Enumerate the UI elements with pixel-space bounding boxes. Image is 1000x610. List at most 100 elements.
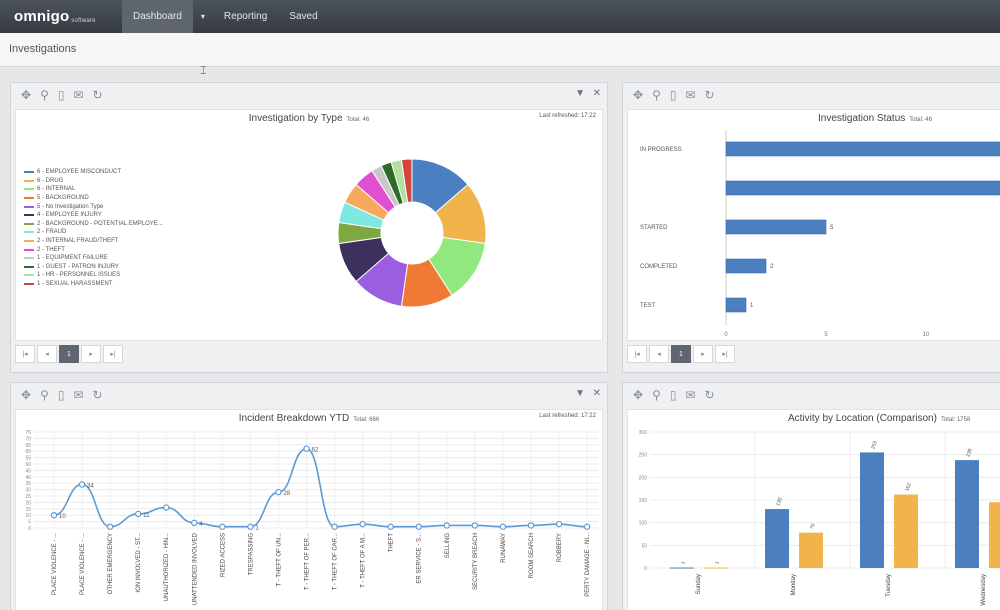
data-point xyxy=(555,520,563,528)
x-category-label: Wednesday xyxy=(981,574,987,606)
last-page-button[interactable]: ▸| xyxy=(103,345,123,363)
close-icon[interactable]: ✕ xyxy=(593,388,601,399)
refresh-icon[interactable]: ↻ xyxy=(705,389,715,401)
legend-swatch xyxy=(24,274,34,277)
x-category-label: PERTY DAMAGE - NI... xyxy=(585,533,591,597)
legend-label: 1 - HR - PERSONNEL ISSUES xyxy=(37,272,121,279)
last-page-button[interactable]: ▸| xyxy=(715,345,735,363)
bar-value-label: 1 xyxy=(750,303,754,309)
prev-page-button[interactable]: ◂ xyxy=(37,345,57,363)
legend-swatch xyxy=(24,205,34,208)
y-tick-label: 0 xyxy=(644,566,647,572)
legend-swatch xyxy=(24,222,34,225)
refresh-icon[interactable]: ↻ xyxy=(93,89,103,101)
y-tick-label: 30 xyxy=(25,488,31,494)
legend-item[interactable]: 2 - BACKGROUND - POTENTIAL EMPLOYE... xyxy=(24,220,163,229)
legend-item[interactable]: 6 - DRUG xyxy=(24,177,163,186)
move-icon[interactable]: ✥ xyxy=(21,89,31,101)
point-label: 62 xyxy=(312,448,319,454)
move-icon[interactable]: ✥ xyxy=(633,89,643,101)
legend-swatch xyxy=(24,214,34,217)
legend-swatch xyxy=(24,257,34,260)
omnigo-logo[interactable]: omnigo software xyxy=(0,0,122,33)
nav-dashboard-dropdown-caret[interactable]: ▾ xyxy=(193,0,213,33)
status-bar xyxy=(725,180,1000,196)
y-tick-label: 300 xyxy=(639,430,648,436)
legend-item[interactable]: 1 - HR - PERSONNEL ISSUES xyxy=(24,271,163,280)
status-bar xyxy=(725,258,767,274)
legend-item[interactable]: 1 - EQUIPMENT FAILURE xyxy=(24,254,163,263)
refresh-icon[interactable]: ↻ xyxy=(705,89,715,101)
legend-swatch xyxy=(24,188,34,191)
chart-title-text: Investigation by Type xyxy=(248,113,343,124)
x-category-label: T - THEFT OF CAR... xyxy=(333,533,339,591)
x-tick-label: 5 xyxy=(824,332,828,338)
activity-bar xyxy=(955,460,979,568)
legend-label: 5 - BACKGROUND xyxy=(37,195,89,202)
collapse-icon[interactable]: ▼ xyxy=(575,88,585,99)
email-icon[interactable]: ✉ xyxy=(685,389,695,401)
category-label: COMPLETED xyxy=(640,264,678,270)
y-tick-label: 250 xyxy=(639,453,648,459)
email-icon[interactable]: ✉ xyxy=(73,389,83,401)
next-page-button[interactable]: ▸ xyxy=(81,345,101,363)
pdf-icon[interactable]: ▯ xyxy=(58,89,65,101)
legend-item[interactable]: 6 - EMPLOYEE MISCONDUCT xyxy=(24,168,163,177)
nav-dashboard[interactable]: Dashboard xyxy=(122,0,193,33)
legend-label: 1 - GUEST - PATRON INJURY xyxy=(37,263,119,270)
zoom-icon[interactable]: ⚲ xyxy=(40,89,49,101)
nav-reporting[interactable]: Reporting xyxy=(213,0,278,33)
legend-item[interactable]: 6 - INTERNAL xyxy=(24,185,163,194)
legend-label: 5 - No Investigation Type xyxy=(37,203,104,210)
zoom-icon[interactable]: ⚲ xyxy=(652,89,661,101)
legend-item[interactable]: 1 - SEXUAL HARASSMENT xyxy=(24,280,163,289)
legend-item[interactable]: 1 - GUEST - PATRON INJURY xyxy=(24,263,163,272)
legend-label: 2 - INTERNAL FRAUD/THEFT xyxy=(37,238,119,245)
legend-item[interactable]: 2 - FRAUD xyxy=(24,228,163,237)
email-icon[interactable]: ✉ xyxy=(73,89,83,101)
pdf-icon[interactable]: ▯ xyxy=(670,89,677,101)
zoom-icon[interactable]: ⚲ xyxy=(40,389,49,401)
x-category-label: T - THEFT OF A M... xyxy=(361,533,367,588)
refresh-icon[interactable]: ↻ xyxy=(93,389,103,401)
investigation-by-type-panel: ✥ ⚲ ▯ ✉ ↻ ▼ ✕ Investigation by Type Total… xyxy=(10,82,608,373)
y-tick-label: 50 xyxy=(641,543,647,549)
prev-page-button[interactable]: ◂ xyxy=(649,345,669,363)
incident-line-chart: 05101520253035404550556065707510PLACE VI… xyxy=(25,430,598,605)
legend-label: 6 - DRUG xyxy=(37,177,64,184)
x-category-label: ION INVOLVED - ST... xyxy=(136,533,142,593)
bar-value-label: 5 xyxy=(830,225,834,231)
zoom-icon[interactable]: ⚲ xyxy=(652,389,661,401)
next-page-button[interactable]: ▸ xyxy=(693,345,713,363)
x-category-label: Tuesday xyxy=(886,574,892,597)
y-tick-label: 100 xyxy=(639,521,648,527)
y-tick-label: 35 xyxy=(25,481,31,487)
close-icon[interactable]: ✕ xyxy=(593,88,601,99)
move-icon[interactable]: ✥ xyxy=(633,389,643,401)
y-tick-label: 150 xyxy=(639,498,648,504)
first-page-button[interactable]: |◂ xyxy=(15,345,35,363)
legend-item[interactable]: 2 - THEFT xyxy=(24,245,163,254)
data-point xyxy=(443,522,451,529)
pdf-icon[interactable]: ▯ xyxy=(58,389,65,401)
page-number-button[interactable]: 1 xyxy=(59,345,79,363)
legend-item[interactable]: 5 - No Investigation Type xyxy=(24,202,163,211)
activity-bar xyxy=(989,502,1000,568)
move-icon[interactable]: ✥ xyxy=(21,389,31,401)
x-category-label: T - THEFT OF PER... xyxy=(305,533,311,590)
collapse-icon[interactable]: ▼ xyxy=(575,388,585,399)
x-tick-label: 10 xyxy=(923,332,930,338)
panel-content: Investigation by Type Total: 46 Last refr… xyxy=(15,109,603,341)
nav-saved[interactable]: Saved xyxy=(278,0,328,33)
bar-value-label: 255 xyxy=(870,440,879,450)
page-number-button[interactable]: 1 xyxy=(671,345,691,363)
legend-item[interactable]: 5 - BACKGROUND xyxy=(24,194,163,203)
data-point xyxy=(106,523,114,530)
data-point xyxy=(527,522,535,529)
data-point xyxy=(387,523,394,530)
legend-item[interactable]: 4 - EMPLOYEE INJURY xyxy=(24,211,163,220)
legend-item[interactable]: 2 - INTERNAL FRAUD/THEFT xyxy=(24,237,163,246)
pdf-icon[interactable]: ▯ xyxy=(670,389,677,401)
first-page-button[interactable]: |◂ xyxy=(627,345,647,363)
email-icon[interactable]: ✉ xyxy=(685,89,695,101)
